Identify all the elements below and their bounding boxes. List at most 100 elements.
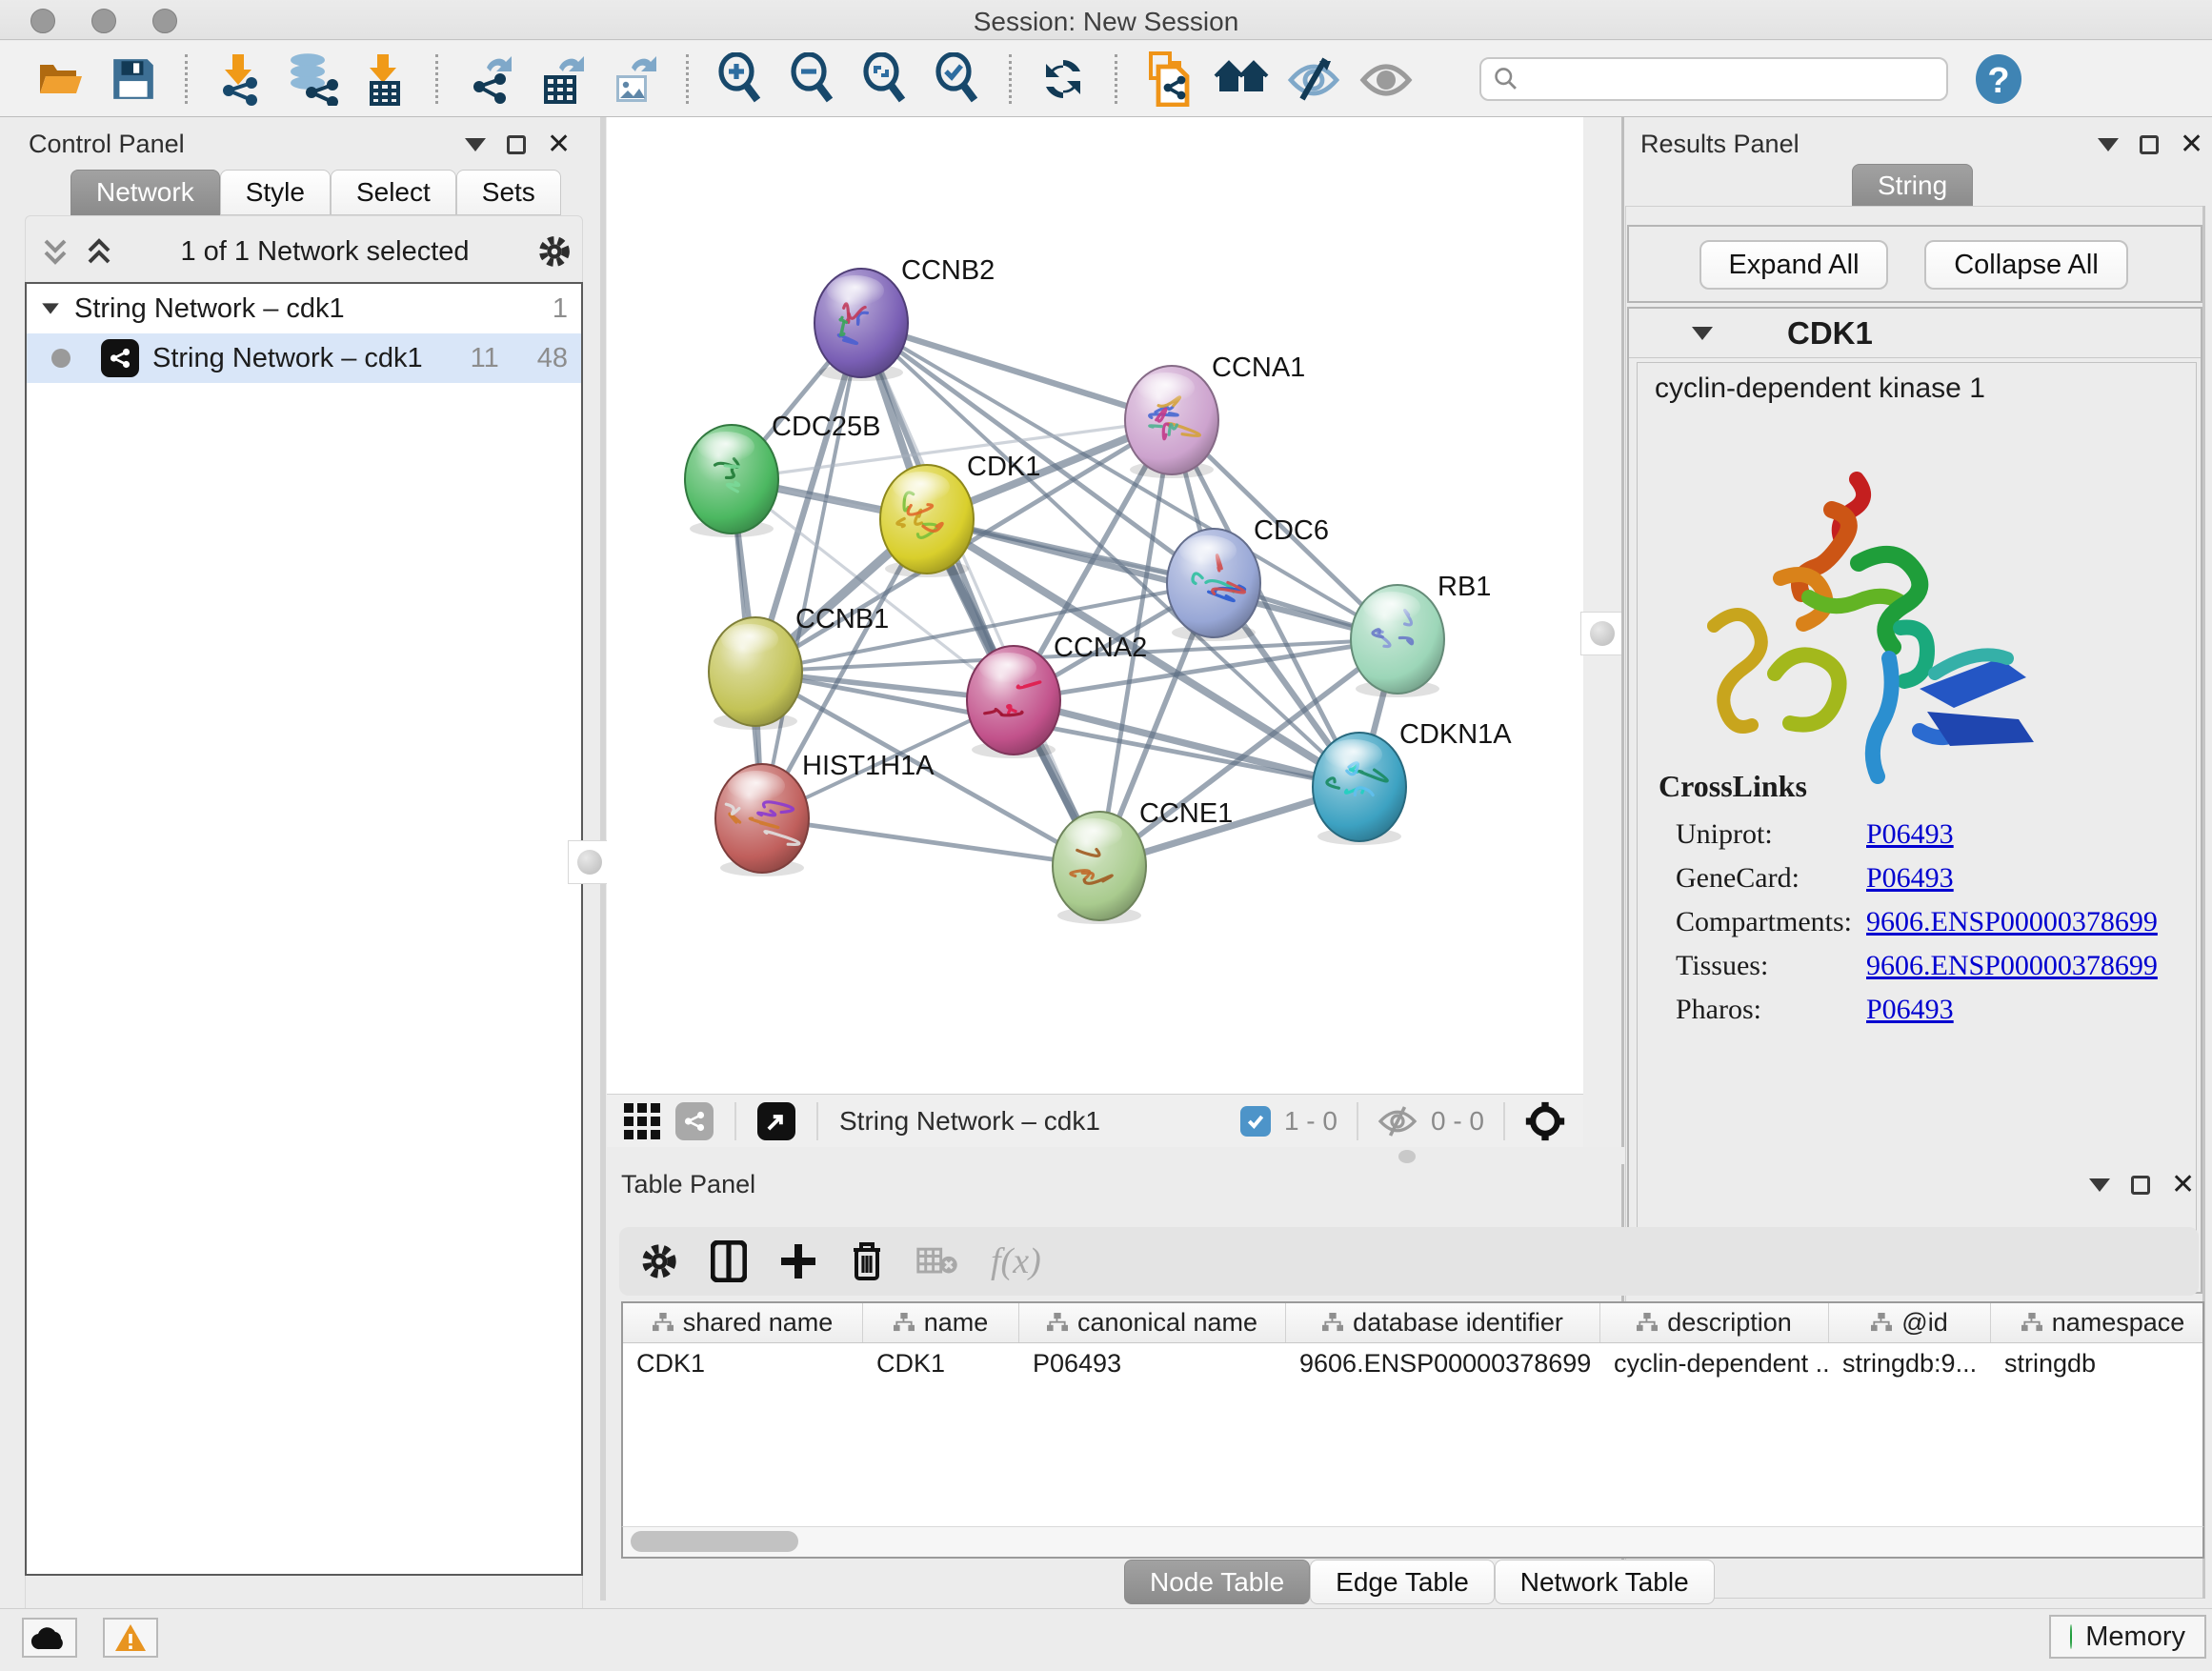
selected-count: 1 - 0: [1284, 1106, 1337, 1137]
export-network-icon[interactable]: [462, 51, 517, 107]
import-table-icon[interactable]: [356, 51, 412, 107]
search-field[interactable]: [1479, 57, 1948, 101]
table-panel-close-icon[interactable]: ✕: [2171, 1176, 2195, 1195]
network-view-toolbar: String Network – cdk1 1 - 0 0 - 0: [607, 1094, 1583, 1147]
crosslink-link[interactable]: 9606.ENSP00000378699: [1866, 950, 2158, 982]
crosslink-link[interactable]: 9606.ENSP00000378699: [1866, 906, 2158, 938]
control-panel-undock-icon[interactable]: [507, 135, 526, 154]
table-cell[interactable]: 9606.ENSP00000378699: [1286, 1343, 1600, 1383]
results-panel-undock-icon[interactable]: [2140, 135, 2159, 154]
gene-expander-icon[interactable]: [1692, 327, 1713, 340]
table-panel-float-icon[interactable]: [2089, 1178, 2110, 1192]
crosslink-link[interactable]: P06493: [1866, 994, 1954, 1026]
table-cell[interactable]: CDK1: [863, 1343, 1019, 1383]
hidden-eye-icon[interactable]: [1377, 1105, 1418, 1137]
control-panel-float-icon[interactable]: [465, 138, 486, 151]
gear-icon[interactable]: [537, 234, 572, 269]
table-gear-icon[interactable]: [640, 1242, 678, 1280]
network-view-title: String Network – cdk1: [839, 1106, 1100, 1137]
export-table-icon[interactable]: [534, 51, 590, 107]
crosslink-label: Pharos:: [1676, 994, 1866, 1026]
crosslink-row: Tissues:9606.ENSP00000378699: [1676, 944, 2190, 988]
column-header-canonical-name[interactable]: canonical name: [1019, 1303, 1286, 1342]
birds-eye-view-icon[interactable]: [757, 1102, 795, 1140]
crosslink-link[interactable]: P06493: [1866, 862, 1954, 895]
add-row-icon[interactable]: [779, 1242, 817, 1280]
crosslink-row: GeneCard:P06493: [1676, 856, 2190, 900]
tab-string[interactable]: String: [1852, 164, 1973, 208]
tab-style[interactable]: Style: [220, 170, 331, 215]
results-panel-float-icon[interactable]: [2098, 138, 2119, 151]
show-all-networks-icon[interactable]: [1214, 51, 1269, 107]
table-cell[interactable]: cyclin-dependent ...: [1600, 1343, 1829, 1383]
clone-network-icon[interactable]: [1141, 51, 1196, 107]
collapse-all-button[interactable]: Collapse All: [1924, 240, 2128, 290]
node-table[interactable]: shared namenamecanonical namedatabase id…: [621, 1301, 2204, 1526]
tab-sets[interactable]: Sets: [456, 170, 561, 215]
zoom-out-icon[interactable]: [785, 51, 840, 107]
table-hscrollbar-thumb[interactable]: [631, 1531, 798, 1552]
collection-expander-icon[interactable]: [42, 303, 59, 313]
table-panel-undock-icon[interactable]: [2131, 1176, 2150, 1195]
export-image-icon[interactable]: [607, 51, 662, 107]
tab-network-table[interactable]: Network Table: [1495, 1560, 1715, 1604]
memory-button[interactable]: Memory: [2049, 1615, 2206, 1659]
gene-symbol: CDK1: [1787, 315, 1873, 352]
expand-all-icon[interactable]: [86, 237, 112, 266]
selected-checkbox-icon[interactable]: [1240, 1106, 1271, 1137]
column-header-namespace[interactable]: namespace: [1991, 1303, 2204, 1342]
tab-network[interactable]: Network: [70, 170, 220, 215]
crosslink-link[interactable]: P06493: [1866, 818, 1954, 851]
network-edge[interactable]: [861, 323, 1172, 420]
results-panel-close-icon[interactable]: ✕: [2180, 135, 2203, 154]
network-row[interactable]: String Network – cdk1 11 48: [27, 333, 581, 383]
import-network-icon[interactable]: [211, 51, 267, 107]
help-icon[interactable]: ?: [1971, 51, 2026, 107]
fit-selected-crosshair-icon[interactable]: [1524, 1100, 1566, 1142]
select-columns-icon[interactable]: [711, 1240, 747, 1282]
network-canvas[interactable]: CCNB2CCNA1CDC25BCDK1CDC6RB1CCNB1CCNA2CDK…: [607, 117, 1583, 1094]
right-splitter-handle[interactable]: [1580, 612, 1624, 655]
table-cell[interactable]: CDK1: [623, 1343, 863, 1383]
grid-view-icon[interactable]: [624, 1103, 660, 1139]
control-panel-close-icon[interactable]: ✕: [547, 135, 571, 154]
zoom-selected-icon[interactable]: [930, 51, 985, 107]
open-session-icon[interactable]: [33, 51, 89, 107]
left-splitter-handle[interactable]: [568, 840, 612, 884]
node-label-rb1: RB1: [1438, 572, 1491, 602]
collapse-all-icon[interactable]: [42, 237, 69, 266]
collection-count: 1: [553, 293, 568, 325]
show-graphics-details-icon[interactable]: [1358, 51, 1414, 107]
save-session-icon[interactable]: [106, 51, 161, 107]
column-header-description[interactable]: description: [1600, 1303, 1829, 1342]
column-header-database-identifier[interactable]: database identifier: [1286, 1303, 1600, 1342]
delete-icon[interactable]: [850, 1240, 884, 1282]
table-cell[interactable]: stringdb:9...: [1829, 1343, 1991, 1383]
import-network-database-icon[interactable]: [284, 51, 339, 107]
memory-status-dot: [2070, 1624, 2072, 1649]
table-row[interactable]: CDK1CDK1P064939606.ENSP00000378699cyclin…: [623, 1343, 2202, 1383]
column-header--id[interactable]: @id: [1829, 1303, 1991, 1342]
table-hscrollbar[interactable]: [621, 1526, 2204, 1559]
tab-select[interactable]: Select: [331, 170, 456, 215]
network-collection-row[interactable]: String Network – cdk1 1: [27, 284, 581, 333]
expand-all-button[interactable]: Expand All: [1699, 240, 1888, 290]
table-cell[interactable]: P06493: [1019, 1343, 1286, 1383]
zoom-in-icon[interactable]: [713, 51, 768, 107]
main-toolbar: ?: [0, 41, 2212, 117]
warning-button[interactable]: [103, 1618, 158, 1658]
horizontal-splitter-handle[interactable]: [1398, 1150, 1416, 1163]
network-edge[interactable]: [762, 818, 1099, 866]
zoom-fit-icon[interactable]: [857, 51, 913, 107]
hide-graphics-details-icon[interactable]: [1286, 51, 1341, 107]
refresh-view-icon[interactable]: [1036, 51, 1091, 107]
memory-label: Memory: [2085, 1621, 2185, 1653]
cloud-button[interactable]: [22, 1618, 77, 1658]
tab-edge-table[interactable]: Edge Table: [1310, 1560, 1495, 1604]
tab-node-table[interactable]: Node Table: [1124, 1560, 1310, 1604]
search-input[interactable]: [1519, 63, 1935, 94]
network-share-icon[interactable]: [675, 1102, 714, 1140]
column-header-name[interactable]: name: [863, 1303, 1019, 1342]
table-cell[interactable]: stringdb: [1991, 1343, 2204, 1383]
column-header-shared-name[interactable]: shared name: [623, 1303, 863, 1342]
